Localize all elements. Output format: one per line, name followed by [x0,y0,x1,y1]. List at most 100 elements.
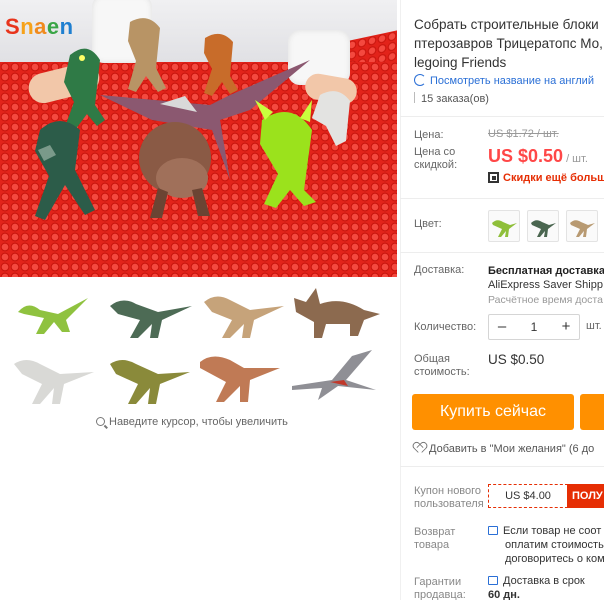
discount-price: US $0.50/ шт. [488,146,588,167]
velociraptor-figure-icon [110,300,192,338]
product-title: Собрать строительные блоки птерозавров Т… [414,15,604,72]
guarantee-text-2: 60 дн. [488,589,520,600]
indominus-figure-icon [14,360,94,404]
guarantee-label: Гарантии продавца: [414,576,466,600]
triceratops-figure-icon [294,288,380,338]
app-discount-link[interactable]: Скидки ещё больше [488,172,604,184]
quantity-stepper: – 1 + [488,314,580,340]
thumbnail-1[interactable] [8,282,102,344]
price-value: US $0.50 [488,146,564,166]
free-shipping: Бесплатная доставка [488,265,604,277]
discount-price-label: Цена со скидкой: [414,146,457,172]
returns-label: Возврат товара [414,526,455,552]
coupon-value: US $4.00 [488,484,568,508]
divider [400,198,604,199]
thumbnail-8[interactable] [290,348,384,410]
orders-text: 15 заказа(ов) [421,93,489,105]
title-line-1: Собрать строительные блоки [414,17,599,32]
color-label: Цвет: [414,218,442,230]
product-info: Собрать строительные блоки птерозавров Т… [400,0,604,600]
main-product-image[interactable]: Snaen [0,0,397,277]
quantity-decrease-button[interactable]: – [489,315,515,339]
velociraptor-dark-icon [531,220,556,237]
wishlist-text: Добавить в "Мои желания" (6 до [429,443,595,455]
divider [400,252,604,253]
coupon-label-1: Купон нового [414,485,482,497]
color-option-2[interactable] [527,210,559,242]
total-value: US $0.50 [488,352,545,367]
green-velociraptor-figure [64,48,105,134]
old-price: US $1.72 / шт. [488,128,559,140]
total-label-2: стоимость: [414,366,470,378]
brand-logo: Snaen [5,14,74,40]
coupon-label: Купон нового пользователя [414,485,484,511]
shipping-label: Доставка: [414,264,465,276]
price-unit: / шт. [566,153,588,165]
orange-raptor-figure [204,33,238,96]
velociraptor-figure-icon [110,360,190,404]
add-to-wishlist-link[interactable]: Добавить в "Мои желания" (6 до [414,443,594,455]
dark-raptor-figure [35,121,95,220]
quantity-input[interactable]: 1 [515,315,553,339]
thumbnail-7[interactable] [196,348,290,410]
guarantee-text: Доставка в срок 60 дн. [488,574,585,600]
translate-link-text: Посмотреть название на англий [430,75,594,87]
returns-label-1: Возврат [414,526,456,538]
thumbnail-6[interactable] [104,350,198,412]
get-coupon-button[interactable]: ПОЛУ [567,484,604,508]
delivery-icon [488,576,498,585]
thumbnail-5[interactable] [8,348,102,410]
color-option-3[interactable] [566,210,598,242]
discount-price-label-1: Цена со [414,146,456,158]
translate-title-link[interactable]: Посмотреть название на англий [414,74,594,87]
total-label: Общая стоимость: [414,353,470,379]
zoom-hint-text: Наведите курсор, чтобы увеличить [109,416,288,428]
heart-icon [414,443,425,453]
quantity-label: Количество: [414,321,477,333]
thumbnail-2[interactable] [104,282,198,344]
logo-letter-3: a [34,14,47,39]
divider [400,466,604,467]
dinosaur-figures [35,18,350,220]
dilophosaurus-figure [255,100,316,208]
pteranodon-figure-icon [292,350,376,400]
returns-text-3: договоритесь о ком [505,553,604,565]
velociraptor-tan-icon [570,220,595,237]
thumbnail-strip [0,278,397,408]
thumbnail-4[interactable] [290,280,384,342]
translate-icon [414,74,426,86]
white-raptor-figure [312,91,350,146]
buy-now-button[interactable]: Купить сейчас [412,394,574,430]
quantity-increase-button[interactable]: + [553,315,579,339]
logo-letter-1: S [5,14,21,39]
magnifier-icon [96,417,105,426]
shipping-eta: Расчётное время доста [488,294,603,306]
guarantee-label-2: продавца: [414,589,466,600]
total-label-1: Общая [414,353,450,365]
discount-price-label-2: скидкой: [414,159,458,171]
returns-text-1: Если товар не соот [503,525,602,537]
zoom-hint: Наведите курсор, чтобы увеличить [96,416,288,428]
guarantee-label-1: Гарантии [414,576,462,588]
logo-letter-5: n [59,14,74,39]
guarantee-text-1: Доставка в срок [503,575,585,587]
tyrannosaurus-figure-icon [200,356,280,402]
title-line-3: legoing Friends [414,55,507,70]
shipping-service[interactable]: AliExpress Saver Shipp [488,279,603,291]
triceratops-figure [139,122,211,218]
coupon-label-2: пользователя [414,498,484,510]
thumbnail-3[interactable] [198,282,292,344]
dilophosaurus-figure-icon [18,298,88,334]
add-to-cart-button[interactable] [580,394,604,430]
orders-count: 15 заказа(ов) [414,92,489,105]
returns-text-2: оплатим стоимость [505,539,604,551]
color-option-1[interactable] [488,210,520,242]
logo-letter-4: e [46,14,60,39]
returns-text: Если товар не соот оплатим стоимость дог… [488,524,604,566]
velociraptor-green-icon [492,220,517,237]
return-icon [488,526,498,535]
product-gallery: Snaen Наведите курсор, чтобы увеличить [0,0,400,600]
app-discount-text: Скидки ещё больше [503,172,604,184]
qr-code-icon [488,172,499,183]
divider [400,116,604,117]
